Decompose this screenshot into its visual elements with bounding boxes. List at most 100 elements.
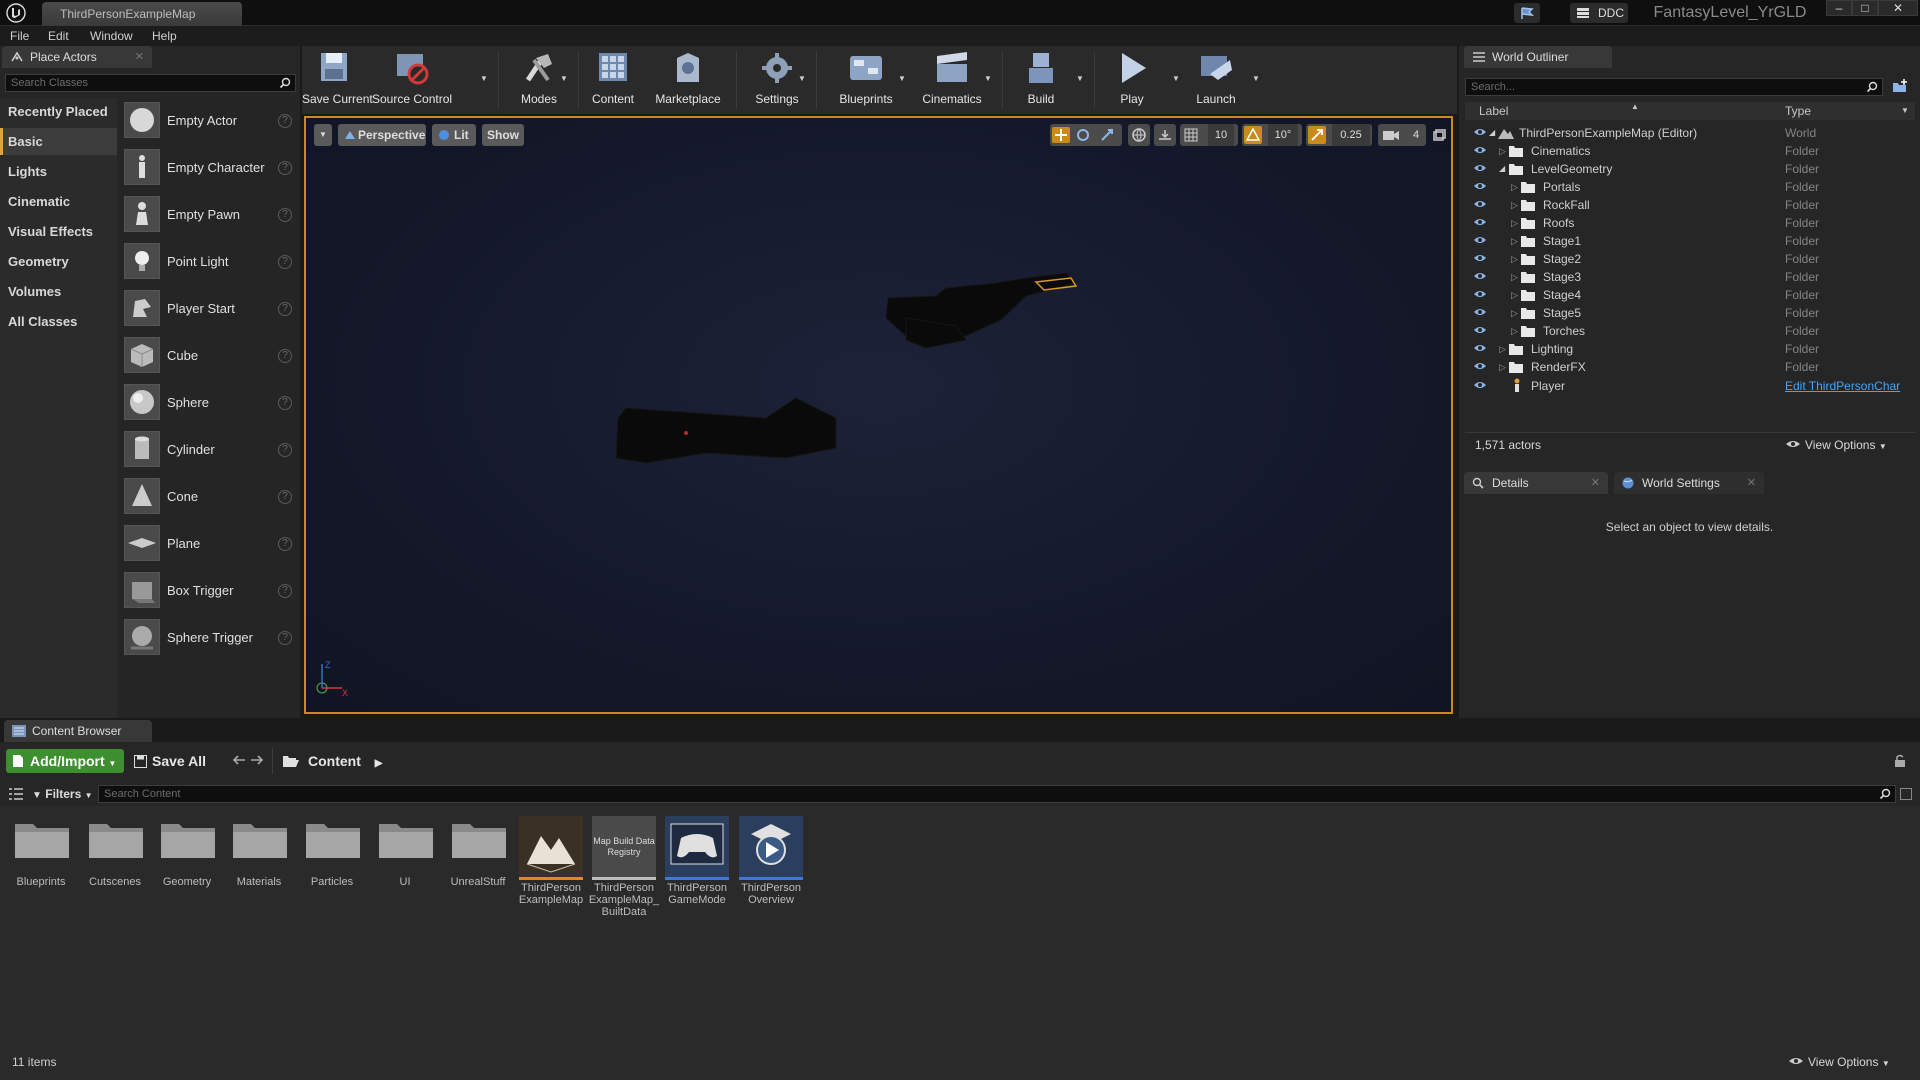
save-search-icon[interactable] [1900, 788, 1912, 800]
help-icon[interactable]: ? [278, 208, 292, 222]
modes-dropdown-icon[interactable]: ▼ [560, 74, 568, 83]
eye-icon[interactable] [1473, 361, 1487, 371]
folder-item-unrealstuff[interactable]: UnrealStuff [443, 812, 513, 932]
help-icon[interactable]: ? [278, 443, 292, 457]
save-current-button[interactable]: Save Current [302, 46, 373, 114]
cinematics-button[interactable]: Cinematics [914, 46, 990, 114]
save-all-button[interactable]: Save All [134, 749, 206, 773]
outliner-row[interactable]: ▷ Stage1 Folder [1465, 232, 1915, 250]
play-dropdown-icon[interactable]: ▼ [1172, 74, 1180, 83]
source-control-button[interactable]: Source Control [372, 46, 452, 114]
collapsed-arrow-icon[interactable]: ▷ [1499, 358, 1506, 376]
collapsed-arrow-icon[interactable]: ▷ [1511, 178, 1518, 196]
rotation-snap[interactable]: 10° [1242, 124, 1302, 146]
close-tab-icon[interactable]: ✕ [1747, 472, 1756, 494]
outliner-row[interactable]: Player Edit ThirdPersonChar [1465, 377, 1915, 395]
lit-button[interactable]: Lit [432, 124, 476, 146]
eye-icon[interactable] [1473, 199, 1487, 209]
category-cinematic[interactable]: Cinematic [0, 188, 117, 215]
outliner-row[interactable]: ▷ Lighting Folder [1465, 340, 1915, 358]
launch-dropdown-icon[interactable]: ▼ [1252, 74, 1260, 83]
actor-item[interactable]: Cube ? [120, 333, 298, 379]
actor-item[interactable]: Sphere Trigger ? [120, 615, 298, 661]
content-view-options[interactable]: View Options ▼ [1789, 1055, 1890, 1069]
category-recently-placed[interactable]: Recently Placed [0, 98, 117, 125]
outliner-row[interactable]: ◢ ThirdPersonExampleMap (Editor) World [1465, 124, 1915, 142]
content-button[interactable]: Content [588, 46, 638, 114]
blueprints-button[interactable]: Blueprints [828, 46, 904, 114]
rotation-snap-value[interactable]: 10° [1268, 124, 1298, 146]
launch-button[interactable]: Launch [1186, 46, 1246, 114]
notification-flag-icon[interactable] [1514, 3, 1540, 23]
actor-item[interactable]: Player Start ? [120, 286, 298, 332]
outliner-row[interactable]: ▷ Portals Folder [1465, 178, 1915, 196]
menu-help[interactable]: Help [152, 26, 177, 46]
collapsed-arrow-icon[interactable]: ▷ [1511, 196, 1518, 214]
category-lights[interactable]: Lights [0, 158, 117, 185]
help-icon[interactable]: ? [278, 114, 292, 128]
collapsed-arrow-icon[interactable]: ▷ [1511, 250, 1518, 268]
actor-item[interactable]: Cylinder ? [120, 427, 298, 473]
collapsed-arrow-icon[interactable]: ▷ [1499, 142, 1506, 160]
actor-item[interactable]: Empty Pawn ? [120, 192, 298, 238]
expanded-arrow-icon[interactable]: ◢ [1499, 160, 1505, 178]
filters-dropdown[interactable]: ▼ Filters ▼ [32, 785, 93, 805]
grid-snap-value[interactable]: 10 [1208, 124, 1234, 146]
help-icon[interactable]: ? [278, 349, 292, 363]
surface-snap-toggle[interactable] [1154, 124, 1176, 146]
asset-item-overview[interactable]: ThirdPerson Overview [736, 812, 806, 932]
outliner-row[interactable]: ▷ Torches Folder [1465, 322, 1915, 340]
add-import-button[interactable]: Add/Import ▼ [6, 749, 124, 773]
viewport-options-dropdown[interactable]: ▼ [314, 124, 332, 146]
eye-icon[interactable] [1473, 253, 1487, 263]
type-column-header[interactable]: Type [1785, 102, 1811, 120]
sources-panel-toggle-icon[interactable] [8, 788, 24, 800]
eye-icon[interactable] [1473, 343, 1487, 353]
help-icon[interactable]: ? [278, 631, 292, 645]
path-arrow-icon[interactable]: ▶ [375, 758, 383, 769]
expanded-arrow-icon[interactable]: ◢ [1489, 124, 1495, 142]
back-arrow-icon[interactable] [232, 754, 246, 766]
outliner-search-input[interactable]: Search... [1465, 78, 1883, 96]
source-control-dropdown-icon[interactable]: ▼ [480, 74, 488, 83]
eye-icon[interactable] [1473, 289, 1487, 299]
menu-window[interactable]: Window [90, 26, 133, 46]
help-icon[interactable]: ? [278, 255, 292, 269]
asset-item-gamemode[interactable]: ThirdPerson GameMode [662, 812, 732, 932]
lock-icon[interactable] [1894, 754, 1906, 768]
actor-item[interactable]: Point Light ? [120, 239, 298, 285]
outliner-row[interactable]: ◢ LevelGeometry Folder [1465, 160, 1915, 178]
collapsed-arrow-icon[interactable]: ▷ [1511, 268, 1518, 286]
category-basic[interactable]: Basic [0, 128, 117, 155]
folder-item-particles[interactable]: Particles [297, 812, 367, 932]
outliner-row[interactable]: ▷ RockFall Folder [1465, 196, 1915, 214]
build-dropdown-icon[interactable]: ▼ [1076, 74, 1084, 83]
camera-speed[interactable]: 4 [1378, 124, 1426, 146]
eye-icon[interactable] [1473, 325, 1487, 335]
eye-icon[interactable] [1473, 145, 1487, 155]
outliner-row[interactable]: ▷ Stage3 Folder [1465, 268, 1915, 286]
folder-item-geometry[interactable]: Geometry [152, 812, 222, 932]
forward-arrow-icon[interactable] [250, 754, 264, 766]
actor-item[interactable]: Box Trigger ? [120, 568, 298, 614]
grid-snap[interactable]: 10 [1180, 124, 1238, 146]
details-tab[interactable]: Details ✕ [1464, 472, 1608, 494]
minimize-button[interactable]: – [1826, 0, 1852, 16]
help-icon[interactable]: ? [278, 396, 292, 410]
collapsed-arrow-icon[interactable]: ▷ [1511, 214, 1518, 232]
maximize-viewport-icon[interactable] [1432, 128, 1446, 142]
eye-icon[interactable] [1473, 380, 1487, 390]
world-local-toggle[interactable] [1128, 124, 1150, 146]
folder-item-blueprints[interactable]: Blueprints [6, 812, 76, 932]
blueprints-dropdown-icon[interactable]: ▼ [898, 74, 906, 83]
level-viewport[interactable]: ▼ Perspective Lit Show 10 10° 0.25 4 Z X [304, 116, 1453, 714]
eye-icon[interactable] [1473, 271, 1487, 281]
eye-icon[interactable] [1473, 307, 1487, 317]
cinematics-dropdown-icon[interactable]: ▼ [984, 74, 992, 83]
camera-speed-value[interactable]: 4 [1408, 124, 1424, 146]
help-icon[interactable]: ? [278, 161, 292, 175]
scale-icon[interactable] [1100, 128, 1114, 142]
actor-item[interactable]: Empty Actor ? [120, 98, 298, 144]
type-dropdown-icon[interactable]: ▼ [1901, 102, 1909, 120]
asset-item-map[interactable]: ThirdPerson ExampleMap [516, 812, 586, 932]
